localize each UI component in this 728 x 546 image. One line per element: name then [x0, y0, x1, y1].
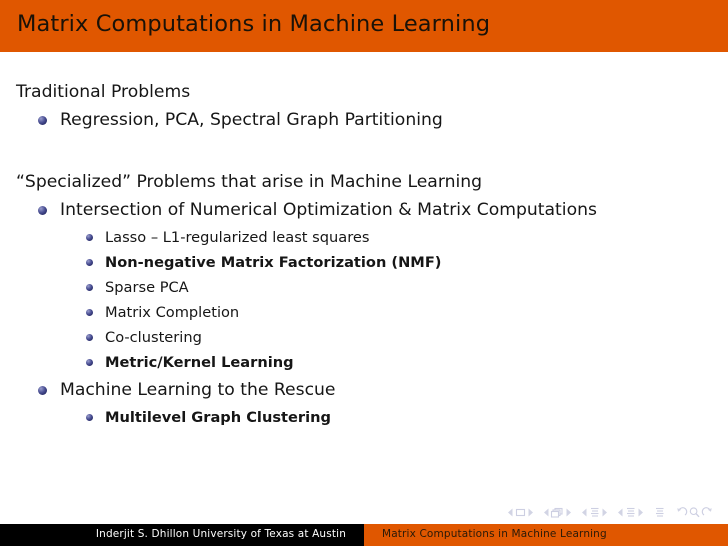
list-item: Non-negative Matrix Factorization (NMF) — [0, 250, 728, 275]
bullet-icon — [38, 206, 47, 215]
slide-navigation[interactable] — [507, 506, 534, 519]
list-item-label: Intersection of Numerical Optimization &… — [60, 200, 597, 220]
list-item-label: Lasso – L1-regularized least squares — [105, 229, 370, 246]
triangle-right-icon[interactable] — [565, 507, 572, 518]
search-icon[interactable] — [688, 506, 701, 519]
slide-content: Traditional Problems Regression, PCA, Sp… — [0, 52, 728, 494]
content-block-specialized: “Specialized” Problems that arise in Mac… — [0, 170, 728, 430]
list-item: Machine Learning to the Rescue — [0, 375, 728, 405]
triangle-left-icon[interactable] — [543, 507, 550, 518]
footer-author-text: Inderjit S. Dhillon University of Texas … — [95, 528, 346, 540]
bullet-icon — [86, 234, 93, 241]
undo-arrow-icon[interactable] — [675, 506, 688, 519]
subsection-navigation[interactable] — [581, 506, 608, 519]
back-search-forward[interactable] — [675, 506, 714, 519]
lines-icon[interactable] — [624, 506, 637, 519]
triangle-right-icon[interactable] — [527, 507, 534, 518]
list-item: Lasso – L1-regularized least squares — [0, 225, 728, 250]
frame-navigation[interactable] — [543, 506, 572, 519]
list-item: Metric/Kernel Learning — [0, 350, 728, 375]
bullet-icon — [86, 414, 93, 421]
slide-title-bar: Matrix Computations in Machine Learning — [0, 0, 728, 52]
presentation-navigation[interactable] — [653, 506, 666, 519]
bullet-icon — [86, 359, 93, 366]
footer-title-section: Matrix Computations in Machine Learning — [364, 524, 728, 546]
slide: Matrix Computations in Machine Learning … — [0, 0, 728, 546]
triangle-left-icon[interactable] — [581, 507, 588, 518]
footer-author-section: Inderjit S. Dhillon University of Texas … — [0, 524, 364, 546]
list-item-label: Metric/Kernel Learning — [105, 354, 294, 371]
list-item: Co-clustering — [0, 325, 728, 350]
section-navigation[interactable] — [617, 506, 644, 519]
bullet-icon — [86, 284, 93, 291]
content-block-traditional: Traditional Problems Regression, PCA, Sp… — [0, 80, 728, 135]
list-item: Multilevel Graph Clustering — [0, 405, 728, 430]
list-item-label: Machine Learning to the Rescue — [60, 380, 336, 400]
square-icon[interactable] — [514, 506, 527, 519]
triangle-left-icon[interactable] — [507, 507, 514, 518]
list-item: Matrix Completion — [0, 300, 728, 325]
footer-title-text: Matrix Computations in Machine Learning — [382, 528, 607, 540]
block-heading: Traditional Problems — [16, 82, 191, 102]
block-heading: “Specialized” Problems that arise in Mac… — [16, 172, 483, 192]
lines-icon[interactable] — [653, 506, 666, 519]
redo-arrow-icon[interactable] — [701, 506, 714, 519]
triangle-right-icon[interactable] — [601, 507, 608, 518]
lines-icon[interactable] — [588, 506, 601, 519]
list-item-label: Multilevel Graph Clustering — [105, 409, 331, 426]
list-item-label: Non-negative Matrix Factorization (NMF) — [105, 254, 442, 271]
bullet-icon — [38, 116, 47, 125]
triangle-right-icon[interactable] — [637, 507, 644, 518]
bullet-icon — [86, 309, 93, 316]
bullet-icon — [86, 334, 93, 341]
list-item-label: Matrix Completion — [105, 304, 240, 321]
slide-footer: Inderjit S. Dhillon University of Texas … — [0, 524, 728, 546]
list-item: Sparse PCA — [0, 275, 728, 300]
navigation-symbols[interactable] — [507, 504, 714, 520]
frames-icon[interactable] — [550, 506, 565, 519]
list-item-label: Regression, PCA, Spectral Graph Partitio… — [60, 110, 443, 130]
triangle-left-icon[interactable] — [617, 507, 624, 518]
list-item: Intersection of Numerical Optimization &… — [0, 195, 728, 225]
list-item-label: Sparse PCA — [105, 279, 189, 296]
page-title: Matrix Computations in Machine Learning — [17, 11, 491, 37]
list-item-label: Co-clustering — [105, 329, 202, 346]
bullet-icon — [86, 259, 93, 266]
bullet-icon — [38, 386, 47, 395]
list-item: Regression, PCA, Spectral Graph Partitio… — [0, 105, 728, 135]
